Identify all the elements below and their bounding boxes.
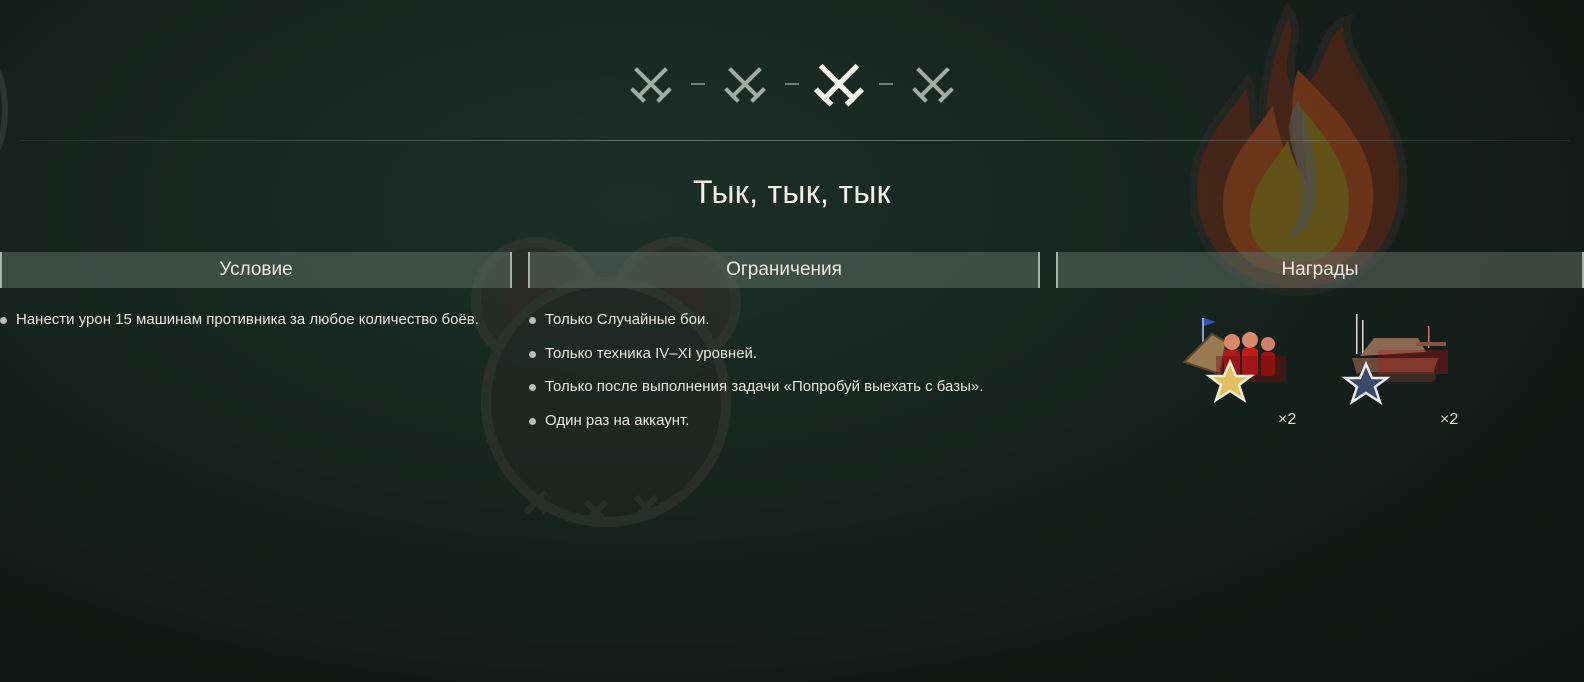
stage-4-button[interactable] (907, 58, 959, 110)
columns-header-bar: Условие Ограничения Награды (0, 252, 1584, 288)
column-header-rewards: Награды (1056, 252, 1584, 288)
tank-reward-silver-star-icon (1341, 314, 1448, 405)
stage-selector (0, 56, 1584, 112)
condition-item: Нанести урон 15 машинам противника за лю… (0, 310, 510, 344)
restriction-item: Только техника IV–XI уровней. (529, 344, 1049, 378)
stage-3-button-active[interactable] (813, 58, 865, 110)
stage-separator (691, 83, 705, 85)
column-header-condition: Условие (0, 252, 512, 288)
column-header-restrictions: Ограничения (528, 252, 1040, 288)
header-divider (20, 140, 1570, 141)
crossed-swords-icon (724, 67, 766, 103)
condition-list: Нанести урон 15 машинам противника за лю… (0, 310, 510, 344)
restriction-item: Только Случайные бои. (529, 310, 1049, 344)
restriction-item: Только после выполнения задачи «Попробуй… (529, 377, 1049, 411)
stage-2-button[interactable] (719, 58, 771, 110)
reward-count: ×2 (1278, 411, 1297, 428)
stage-separator (879, 83, 893, 85)
stage-1-button[interactable] (625, 58, 677, 110)
reward-tank[interactable]: ×2 (1338, 312, 1468, 428)
reward-crew[interactable]: ×2 (1176, 312, 1306, 428)
crew-reward-gold-star-icon (1182, 318, 1286, 403)
crossed-swords-icon (912, 67, 954, 103)
reward-count: ×2 (1440, 411, 1459, 428)
stage-separator (785, 83, 799, 85)
restriction-item: Один раз на аккаунт. (529, 411, 1049, 445)
crossed-swords-icon (813, 63, 865, 107)
restrictions-list: Только Случайные бои. Только техника IV–… (529, 310, 1049, 444)
mission-title: Тык, тык, тык (693, 174, 891, 210)
crossed-swords-icon (630, 67, 672, 103)
